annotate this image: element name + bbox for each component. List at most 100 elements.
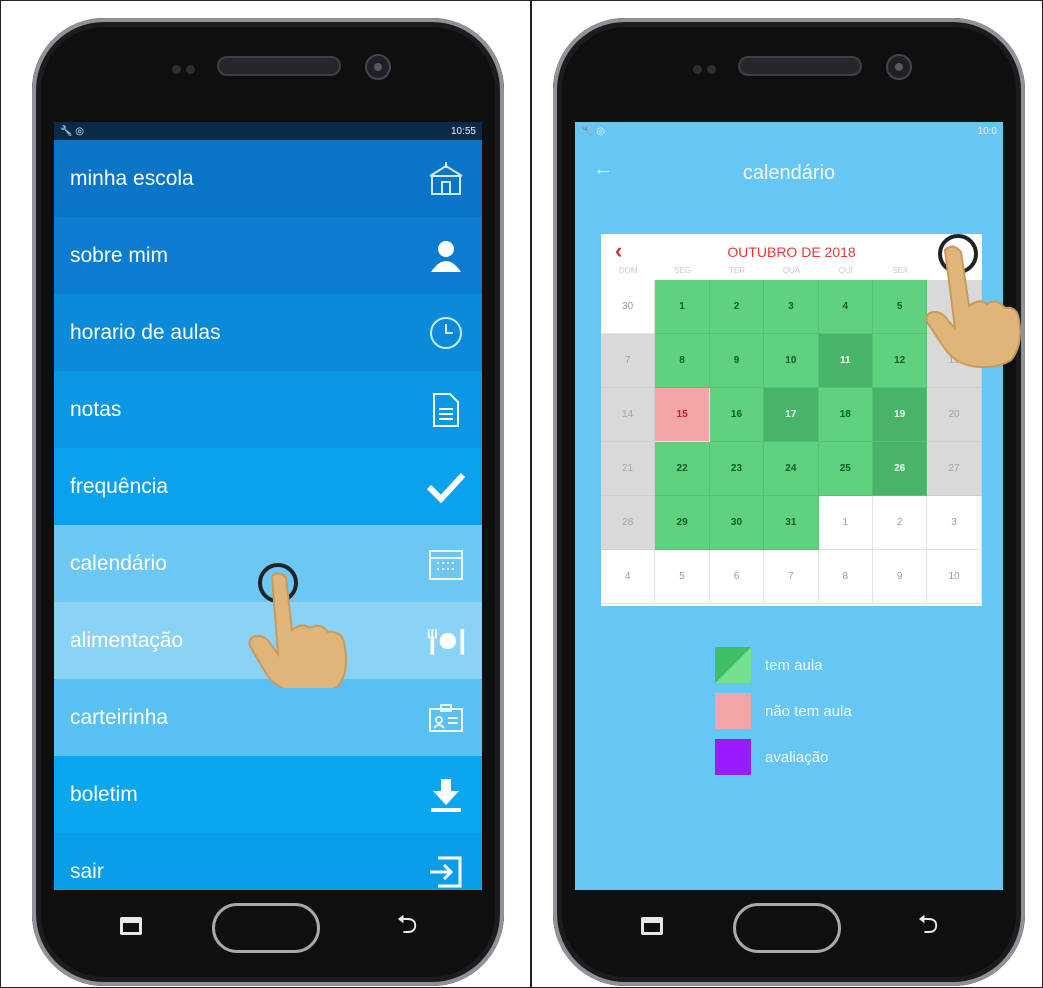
pointing-hand-icon: [248, 572, 347, 688]
back-arrow-icon[interactable]: ←: [593, 158, 613, 181]
calendar-icon: [426, 544, 466, 584]
calendar-day-cell[interactable]: 24: [764, 442, 819, 496]
calendar-day-cell[interactable]: 4: [601, 550, 656, 604]
calendar-day-cell[interactable]: 8: [655, 334, 710, 388]
menu-item-label: notas: [70, 397, 122, 421]
main-menu: minha escola sobre mim horario de aulas not…: [54, 140, 482, 890]
check-icon: [426, 467, 466, 507]
calendar-day-cell[interactable]: 8: [818, 550, 873, 604]
weekday-label: QUA: [782, 266, 801, 275]
calendar-day-cell[interactable]: 5: [655, 550, 710, 604]
calendar-day-cell[interactable]: 9: [872, 550, 928, 604]
menu-item-label: sair: [70, 859, 104, 883]
legend: tem aula não tem aula avaliação: [715, 642, 852, 780]
calendar-day-cell[interactable]: 9: [709, 334, 765, 388]
legend-item: avaliação: [715, 734, 852, 780]
screen-calendar: 🔧 ◎ 10:0 ← calendário ‹ OUTUBRO DE 2018 …: [575, 122, 1003, 890]
user-icon: [426, 236, 466, 276]
menu-item-label: sobre mim: [70, 243, 169, 267]
menu-item-clock[interactable]: horario de aulas: [54, 294, 482, 371]
calendar-day-cell[interactable]: 16: [709, 388, 765, 442]
legend-item: tem aula: [715, 642, 852, 688]
legend-swatch: [715, 693, 751, 729]
home-button[interactable]: [212, 903, 320, 953]
legend-label: tem aula: [765, 656, 823, 674]
calendar-day-cell[interactable]: 29: [655, 496, 710, 550]
calendar-day-cell[interactable]: 26: [872, 442, 928, 496]
calendar-day-cell[interactable]: 3: [927, 496, 982, 550]
exit-icon: [426, 852, 466, 891]
clock-icon: [426, 313, 466, 353]
calendar-day-cell[interactable]: 7: [764, 550, 819, 604]
id-card-icon: [426, 698, 466, 738]
calendar-day-cell[interactable]: 1: [818, 496, 873, 550]
status-time: 10:55: [450, 125, 476, 137]
menu-item-label: alimentação: [70, 628, 184, 652]
menu-item-label: calendário: [70, 551, 167, 575]
earpiece-speaker: [217, 56, 341, 76]
calendar-day-cell[interactable]: 28: [601, 496, 656, 550]
calendar-day-cell[interactable]: 30: [601, 280, 656, 334]
status-bar: 🔧 ◎ 10:55: [54, 122, 482, 140]
menu-item-label: carteirinha: [70, 705, 169, 729]
weekday-label: TER: [729, 266, 746, 275]
calendar-day-cell[interactable]: 14: [601, 388, 656, 442]
calendar-day-cell[interactable]: 21: [601, 442, 656, 496]
app-header: ← calendário: [575, 140, 1003, 206]
status-time: 10:0: [977, 125, 997, 137]
calendar-day-cell[interactable]: 2: [872, 496, 928, 550]
calendar-day-cell[interactable]: 10: [764, 334, 819, 388]
menu-item-label: frequência: [70, 474, 169, 498]
recent-apps-icon[interactable]: [120, 917, 142, 935]
calendar-day-cell[interactable]: 1: [655, 280, 710, 334]
calendar-day-cell[interactable]: 17: [764, 388, 819, 442]
weekday-label: SEG: [674, 266, 692, 275]
screen-menu: 🔧 ◎ 10:55 minha escola sobre mim horario d…: [54, 122, 482, 890]
calendar-day-cell[interactable]: 6: [709, 550, 765, 604]
menu-item-user[interactable]: sobre mim: [54, 217, 482, 294]
pointing-hand-icon: [925, 245, 1021, 369]
legend-swatch: [715, 739, 751, 775]
legend-swatch: [715, 647, 751, 683]
sensor-dots: [172, 61, 206, 74]
calendar-day-cell[interactable]: 25: [818, 442, 873, 496]
menu-item-exit[interactable]: sair: [54, 833, 482, 890]
calendar-day-cell[interactable]: 2: [709, 280, 765, 334]
school-icon: [426, 159, 466, 199]
download-icon: [426, 775, 466, 815]
phone-left: 🔧 ◎ 10:55 minha escola sobre mim horario d…: [32, 18, 504, 986]
back-icon[interactable]: ⮌: [913, 909, 943, 939]
home-button[interactable]: [733, 903, 841, 953]
legend-item: não tem aula: [715, 688, 852, 734]
calendar-day-cell[interactable]: 20: [927, 388, 982, 442]
calendar-day-cell[interactable]: 15: [655, 388, 710, 442]
menu-item-check[interactable]: frequência: [54, 448, 482, 525]
menu-item-download[interactable]: boletim: [54, 756, 482, 833]
calendar-day-cell[interactable]: 7: [601, 334, 656, 388]
calendar-day-cell[interactable]: 11: [818, 334, 873, 388]
front-camera: [886, 54, 912, 80]
food-icon: [426, 621, 466, 661]
back-icon[interactable]: ⮌: [392, 909, 422, 939]
menu-item-school[interactable]: minha escola: [54, 140, 482, 217]
calendar-day-cell[interactable]: 10: [927, 550, 982, 604]
calendar-day-cell[interactable]: 22: [655, 442, 710, 496]
calendar-day-cell[interactable]: 27: [927, 442, 982, 496]
document-icon: [426, 390, 466, 430]
weekday-label: DOM: [618, 266, 638, 275]
recent-apps-icon[interactable]: [641, 917, 663, 935]
calendar-day-cell[interactable]: 4: [818, 280, 873, 334]
calendar-day-cell[interactable]: 3: [764, 280, 819, 334]
status-bar: 🔧 ◎ 10:0: [575, 122, 1003, 140]
calendar-day-cell[interactable]: 18: [818, 388, 873, 442]
calendar-day-cell[interactable]: 30: [709, 496, 765, 550]
menu-item-label: minha escola: [70, 166, 194, 190]
menu-item-document[interactable]: notas: [54, 371, 482, 448]
calendar-day-cell[interactable]: 19: [872, 388, 928, 442]
calendar-day-cell[interactable]: 23: [709, 442, 765, 496]
calendar-day-cell[interactable]: 31: [764, 496, 819, 550]
status-icons: 🔧 ◎: [581, 125, 605, 137]
menu-item-id-card[interactable]: carteirinha: [54, 679, 482, 756]
panel-divider: [530, 0, 532, 988]
page-title: calendário: [742, 161, 836, 184]
